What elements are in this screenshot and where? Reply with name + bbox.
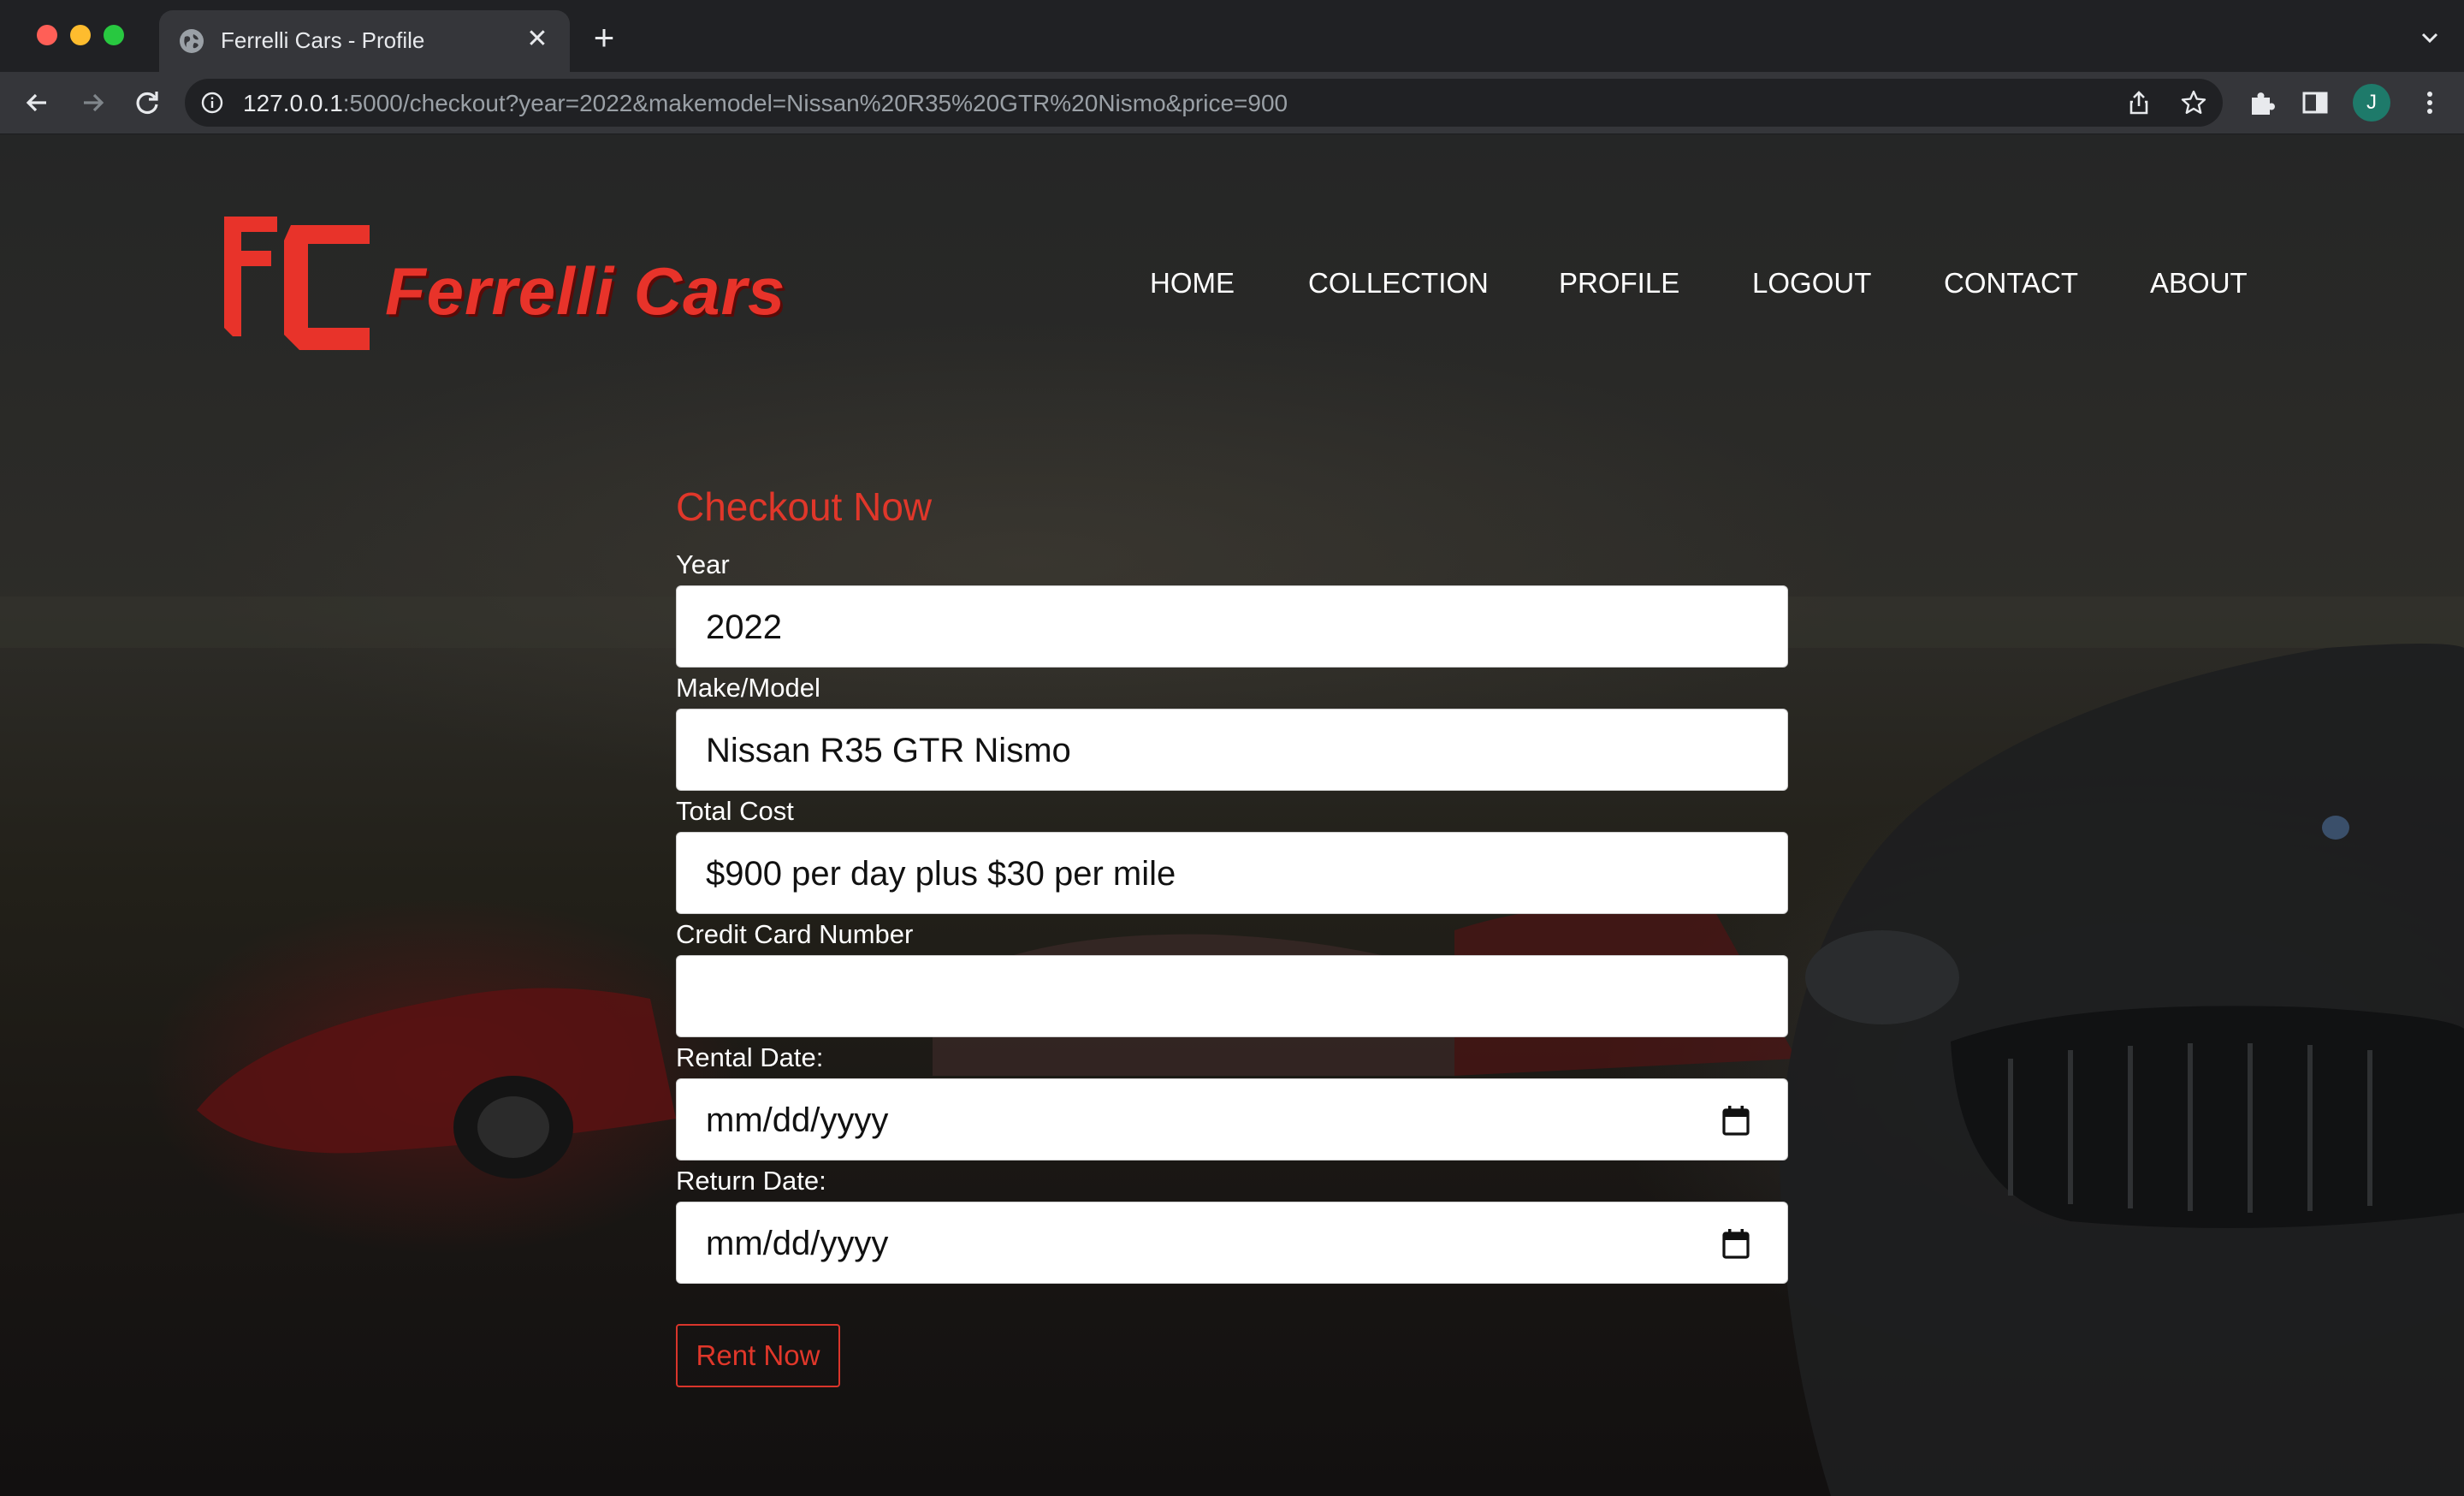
makemodel-value: Nissan R35 GTR Nismo <box>706 732 1071 769</box>
browser-tab-strip: Ferrelli Cars - Profile ✕ + <box>0 0 2464 72</box>
year-label: Year <box>676 549 730 579</box>
tab-title: Ferrelli Cars - Profile <box>221 27 425 53</box>
url-text[interactable]: 127.0.0.1:5000/checkout?year=2022&makemo… <box>243 90 1288 117</box>
puzzle-piece-icon[interactable] <box>2247 87 2277 118</box>
reload-icon[interactable] <box>128 84 166 122</box>
nav-contact[interactable]: CONTACT <box>1944 267 2078 300</box>
nav-home[interactable]: HOME <box>1150 267 1235 300</box>
return-date-label: Return Date: <box>676 1166 826 1196</box>
rent-now-button[interactable]: Rent Now <box>676 1324 840 1387</box>
url-host: 127.0.0.1 <box>243 90 343 116</box>
nav-profile[interactable]: PROFILE <box>1559 267 1679 300</box>
calendar-icon[interactable] <box>1719 1226 1753 1261</box>
arrow-left-icon[interactable] <box>19 84 56 122</box>
chevron-down-icon[interactable] <box>2414 22 2445 53</box>
url-path: :5000/checkout?year=2022&makemodel=Nissa… <box>342 90 1288 116</box>
return-date-placeholder: mm/dd/yyyy <box>706 1225 889 1262</box>
nav-logout[interactable]: LOGOUT <box>1752 267 1871 300</box>
calendar-icon[interactable] <box>1719 1103 1753 1137</box>
browser-toolbar: 127.0.0.1:5000/checkout?year=2022&makemo… <box>0 72 2464 134</box>
address-bar[interactable]: 127.0.0.1:5000/checkout?year=2022&makemo… <box>185 79 2223 127</box>
total-cost-field[interactable]: $900 per day plus $30 per mile <box>676 832 1788 914</box>
close-icon[interactable]: ✕ <box>522 24 553 55</box>
rental-date-field[interactable]: mm/dd/yyyy <box>676 1078 1788 1161</box>
return-date-field[interactable]: mm/dd/yyyy <box>676 1202 1788 1284</box>
credit-card-field[interactable] <box>676 955 1788 1037</box>
credit-card-label: Credit Card Number <box>676 919 914 949</box>
rental-date-placeholder: mm/dd/yyyy <box>706 1101 889 1139</box>
makemodel-field[interactable]: Nissan R35 GTR Nismo <box>676 709 1788 791</box>
globe-icon <box>180 29 204 53</box>
page-content: Ferrelli Cars HOME COLLECTION PROFILE LO… <box>0 134 2464 1496</box>
side-panel-icon[interactable] <box>2300 87 2331 118</box>
more-vertical-icon[interactable] <box>2414 87 2445 118</box>
star-icon[interactable] <box>2180 89 2207 116</box>
year-field[interactable]: 2022 <box>676 585 1788 668</box>
window-zoom-button[interactable] <box>104 25 124 45</box>
makemodel-label: Make/Model <box>676 673 820 703</box>
total-cost-label: Total Cost <box>676 796 794 826</box>
arrow-right-icon[interactable] <box>74 84 111 122</box>
window-minimize-button[interactable] <box>70 25 91 45</box>
year-value: 2022 <box>706 608 782 646</box>
profile-avatar[interactable]: J <box>2353 84 2390 122</box>
brand-name[interactable]: Ferrelli Cars <box>385 252 785 330</box>
new-tab-plus-icon[interactable]: + <box>587 20 621 56</box>
nav-collection[interactable]: COLLECTION <box>1308 267 1489 300</box>
total-cost-value: $900 per day plus $30 per mile <box>706 855 1176 893</box>
window-close-button[interactable] <box>37 25 57 45</box>
browser-tab[interactable]: Ferrelli Cars - Profile ✕ <box>159 10 570 72</box>
nav-about[interactable]: ABOUT <box>2150 267 2248 300</box>
checkout-title: Checkout Now <box>676 484 933 529</box>
info-icon[interactable] <box>200 91 224 115</box>
share-icon[interactable] <box>2125 89 2153 116</box>
rental-date-label: Rental Date: <box>676 1042 824 1072</box>
